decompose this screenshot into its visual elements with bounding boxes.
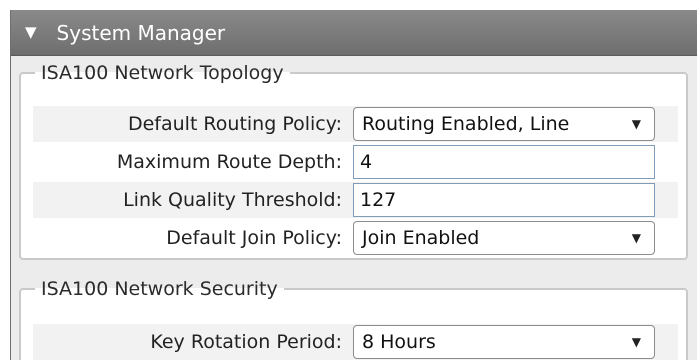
panel-header[interactable]: ▼ System Manager: [11, 10, 697, 56]
max-route-depth-input[interactable]: 4: [353, 145, 655, 179]
topology-legend: ISA100 Network Topology: [41, 62, 284, 84]
join-policy-select[interactable]: Join Enabled ▼: [353, 221, 655, 255]
routing-policy-select[interactable]: Routing Enabled, Line ▼: [353, 107, 655, 141]
security-fieldset: ISA100 Network Security Key Rotation Per…: [19, 278, 688, 360]
link-quality-label: Link Quality Threshold:: [123, 189, 342, 211]
routing-policy-value: Routing Enabled, Line: [362, 113, 570, 135]
max-route-depth-row: Maximum Route Depth: 4: [33, 144, 678, 180]
security-legend: ISA100 Network Security: [41, 278, 278, 300]
routing-policy-label: Default Routing Policy:: [127, 113, 342, 135]
chevron-down-icon[interactable]: ▼: [632, 222, 641, 254]
topology-fieldset: ISA100 Network Topology Default Routing …: [19, 62, 688, 260]
key-rotation-select[interactable]: 8 Hours ▼: [353, 325, 655, 359]
link-quality-row: Link Quality Threshold: 127: [33, 182, 678, 218]
routing-policy-row: Default Routing Policy: Routing Enabled,…: [33, 106, 678, 142]
system-manager-panel: ▼ System Manager ISA100 Network Topology…: [10, 10, 697, 360]
collapse-triangle-icon[interactable]: ▼: [25, 25, 37, 40]
panel-title: System Manager: [56, 20, 226, 45]
key-rotation-label: Key Rotation Period:: [150, 331, 342, 353]
max-route-depth-label: Maximum Route Depth:: [116, 151, 342, 173]
join-policy-value: Join Enabled: [362, 227, 480, 249]
key-rotation-value: 8 Hours: [362, 331, 436, 353]
chevron-down-icon[interactable]: ▼: [632, 326, 641, 358]
join-policy-row: Default Join Policy: Join Enabled ▼: [33, 220, 678, 256]
key-rotation-row: Key Rotation Period: 8 Hours ▼: [33, 324, 678, 360]
chevron-down-icon[interactable]: ▼: [632, 108, 641, 140]
join-policy-label: Default Join Policy:: [166, 227, 342, 249]
link-quality-input[interactable]: 127: [353, 183, 655, 217]
